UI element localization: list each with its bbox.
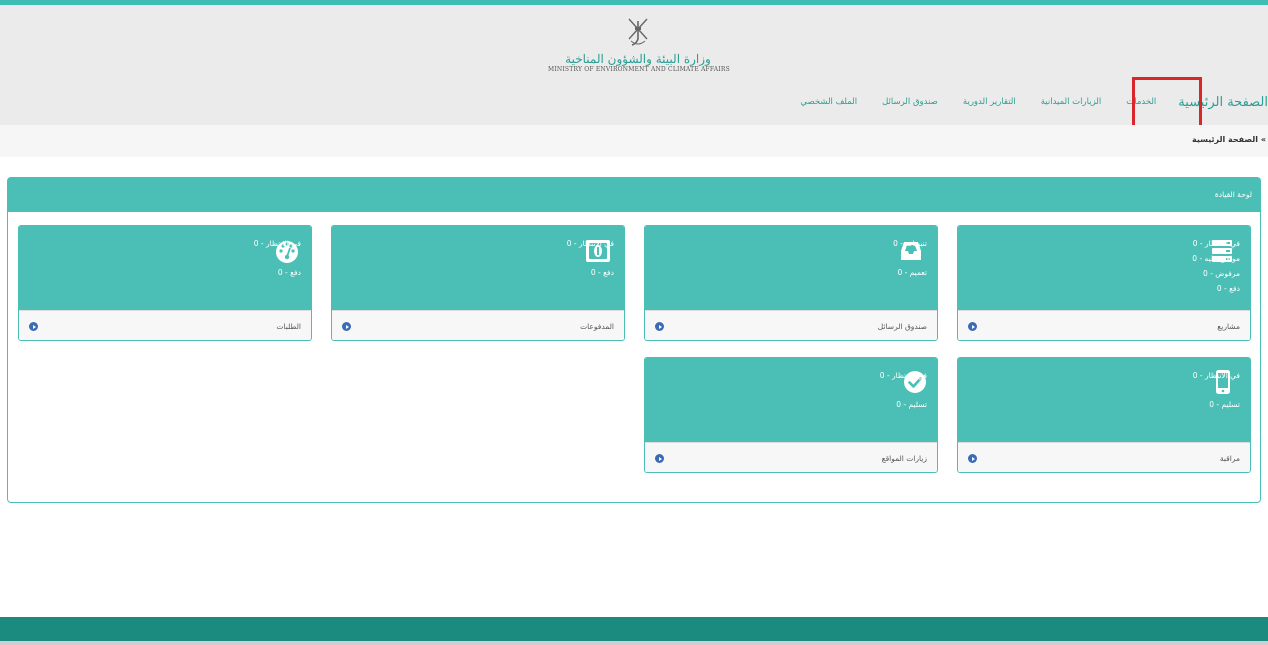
nav-item-profile[interactable]: الملف الشخصي <box>800 97 857 107</box>
footer-bar <box>0 617 1268 641</box>
card-stats: تنبيهات - 0 تعميم - 0 <box>893 236 927 294</box>
card-footer-link[interactable]: الطلبات <box>19 310 311 340</box>
breadcrumb: » الصفحة الرئيسية <box>1192 135 1266 144</box>
nav-item-mailbox[interactable]: صندوق الرسائل <box>882 97 938 107</box>
footer-edge <box>0 641 1268 645</box>
card-stats: في الانتظار - 0 تسليم - 0 <box>880 368 927 426</box>
card-label: مراقبة <box>1219 454 1240 463</box>
card-stats: في الانتظار - 0 دفع - 0 <box>254 236 301 294</box>
card-mailbox: تنبيهات - 0 تعميم - 0 صندوق الرسائل <box>644 225 938 341</box>
stat-line: تعميم - 0 <box>897 268 927 277</box>
card-label: زيارات المواقع <box>881 454 927 463</box>
stat-line: مرفوض - 0 <box>1203 269 1240 278</box>
card-footer-link[interactable]: مراقبة <box>958 442 1250 472</box>
stat-line: في الانتظار - 0 <box>1192 371 1240 380</box>
dashboard-panel-title: لوحة القيادة <box>1214 190 1252 199</box>
stat-line: تسليم - 0 <box>1209 400 1240 409</box>
circle-arrow-icon <box>655 454 664 463</box>
stat-line: دفع - 0 <box>590 268 614 277</box>
card-monitoring: في الانتظار - 0 تسليم - 0 مراقبة <box>957 357 1251 473</box>
stat-line: موافق عليه - 0 <box>1192 254 1240 263</box>
circle-arrow-icon <box>968 322 977 331</box>
breadcrumb-separator-icon: » <box>1258 135 1266 144</box>
card-label: مشاريع <box>1217 322 1240 331</box>
circle-arrow-icon <box>29 322 38 331</box>
services-highlight-box <box>1132 77 1202 128</box>
stat-line: في الانتظار - 0 <box>1192 239 1240 248</box>
card-label: الطلبات <box>276 322 301 331</box>
logo-english-text: MINISTRY OF ENVIRONMENT AND CLIMATE AFFA… <box>548 66 730 73</box>
nav-item-field-visits[interactable]: الزيارات الميدانية <box>1041 97 1102 107</box>
stat-line: دفع - 0 <box>1216 284 1240 293</box>
card-requests: في الانتظار - 0 دفع - 0 الطلبات <box>18 225 312 341</box>
circle-arrow-icon <box>342 322 351 331</box>
breadcrumb-home[interactable]: الصفحة الرئيسية <box>1192 135 1258 144</box>
stat-line: في الانتظار - 0 <box>566 239 614 248</box>
dashboard-panel: لوحة القيادة في الانتظار - 0 موافق عليه … <box>7 177 1261 503</box>
circle-arrow-icon <box>968 454 977 463</box>
stat-line: في الانتظار - 0 <box>879 371 927 380</box>
logo-arabic-text: وزارة البيئة والشؤون المناخية <box>565 52 711 66</box>
card-footer-link[interactable]: المدفوعات <box>332 310 624 340</box>
nav-item-periodic-reports[interactable]: التقارير الدورية <box>963 97 1016 107</box>
stat-line: تنبيهات - 0 <box>893 239 927 248</box>
ministry-logo[interactable]: وزارة البيئة والشؤون المناخية MINISTRY O… <box>548 17 730 73</box>
card-label: صندوق الرسائل <box>877 322 927 331</box>
card-footer-link[interactable]: صندوق الرسائل <box>645 310 937 340</box>
stat-line: دفع - 0 <box>277 268 301 277</box>
circle-arrow-icon <box>655 322 664 331</box>
khanjar-emblem-icon <box>628 18 648 46</box>
stat-line: تسليم - 0 <box>896 400 927 409</box>
dashboard-panel-header: لوحة القيادة <box>8 178 1260 212</box>
card-payments: في الانتظار - 0 دفع - 0 المدفوعات <box>331 225 625 341</box>
card-footer-link[interactable]: زيارات المواقع <box>645 442 937 472</box>
card-stats: في الانتظار - 0 دفع - 0 <box>567 236 614 294</box>
card-stats: في الانتظار - 0 تسليم - 0 <box>1193 368 1240 426</box>
breadcrumb-bar: » الصفحة الرئيسية <box>0 125 1268 157</box>
stat-line: في الانتظار - 0 <box>253 239 301 248</box>
card-projects: في الانتظار - 0 موافق عليه - 0 مرفوض - 0… <box>957 225 1251 341</box>
card-stats: في الانتظار - 0 موافق عليه - 0 مرفوض - 0… <box>1192 236 1240 296</box>
card-footer-link[interactable]: مشاريع <box>958 310 1250 340</box>
card-label: المدفوعات <box>580 322 614 331</box>
card-site-visits: في الانتظار - 0 تسليم - 0 زيارات المواقع <box>644 357 938 473</box>
